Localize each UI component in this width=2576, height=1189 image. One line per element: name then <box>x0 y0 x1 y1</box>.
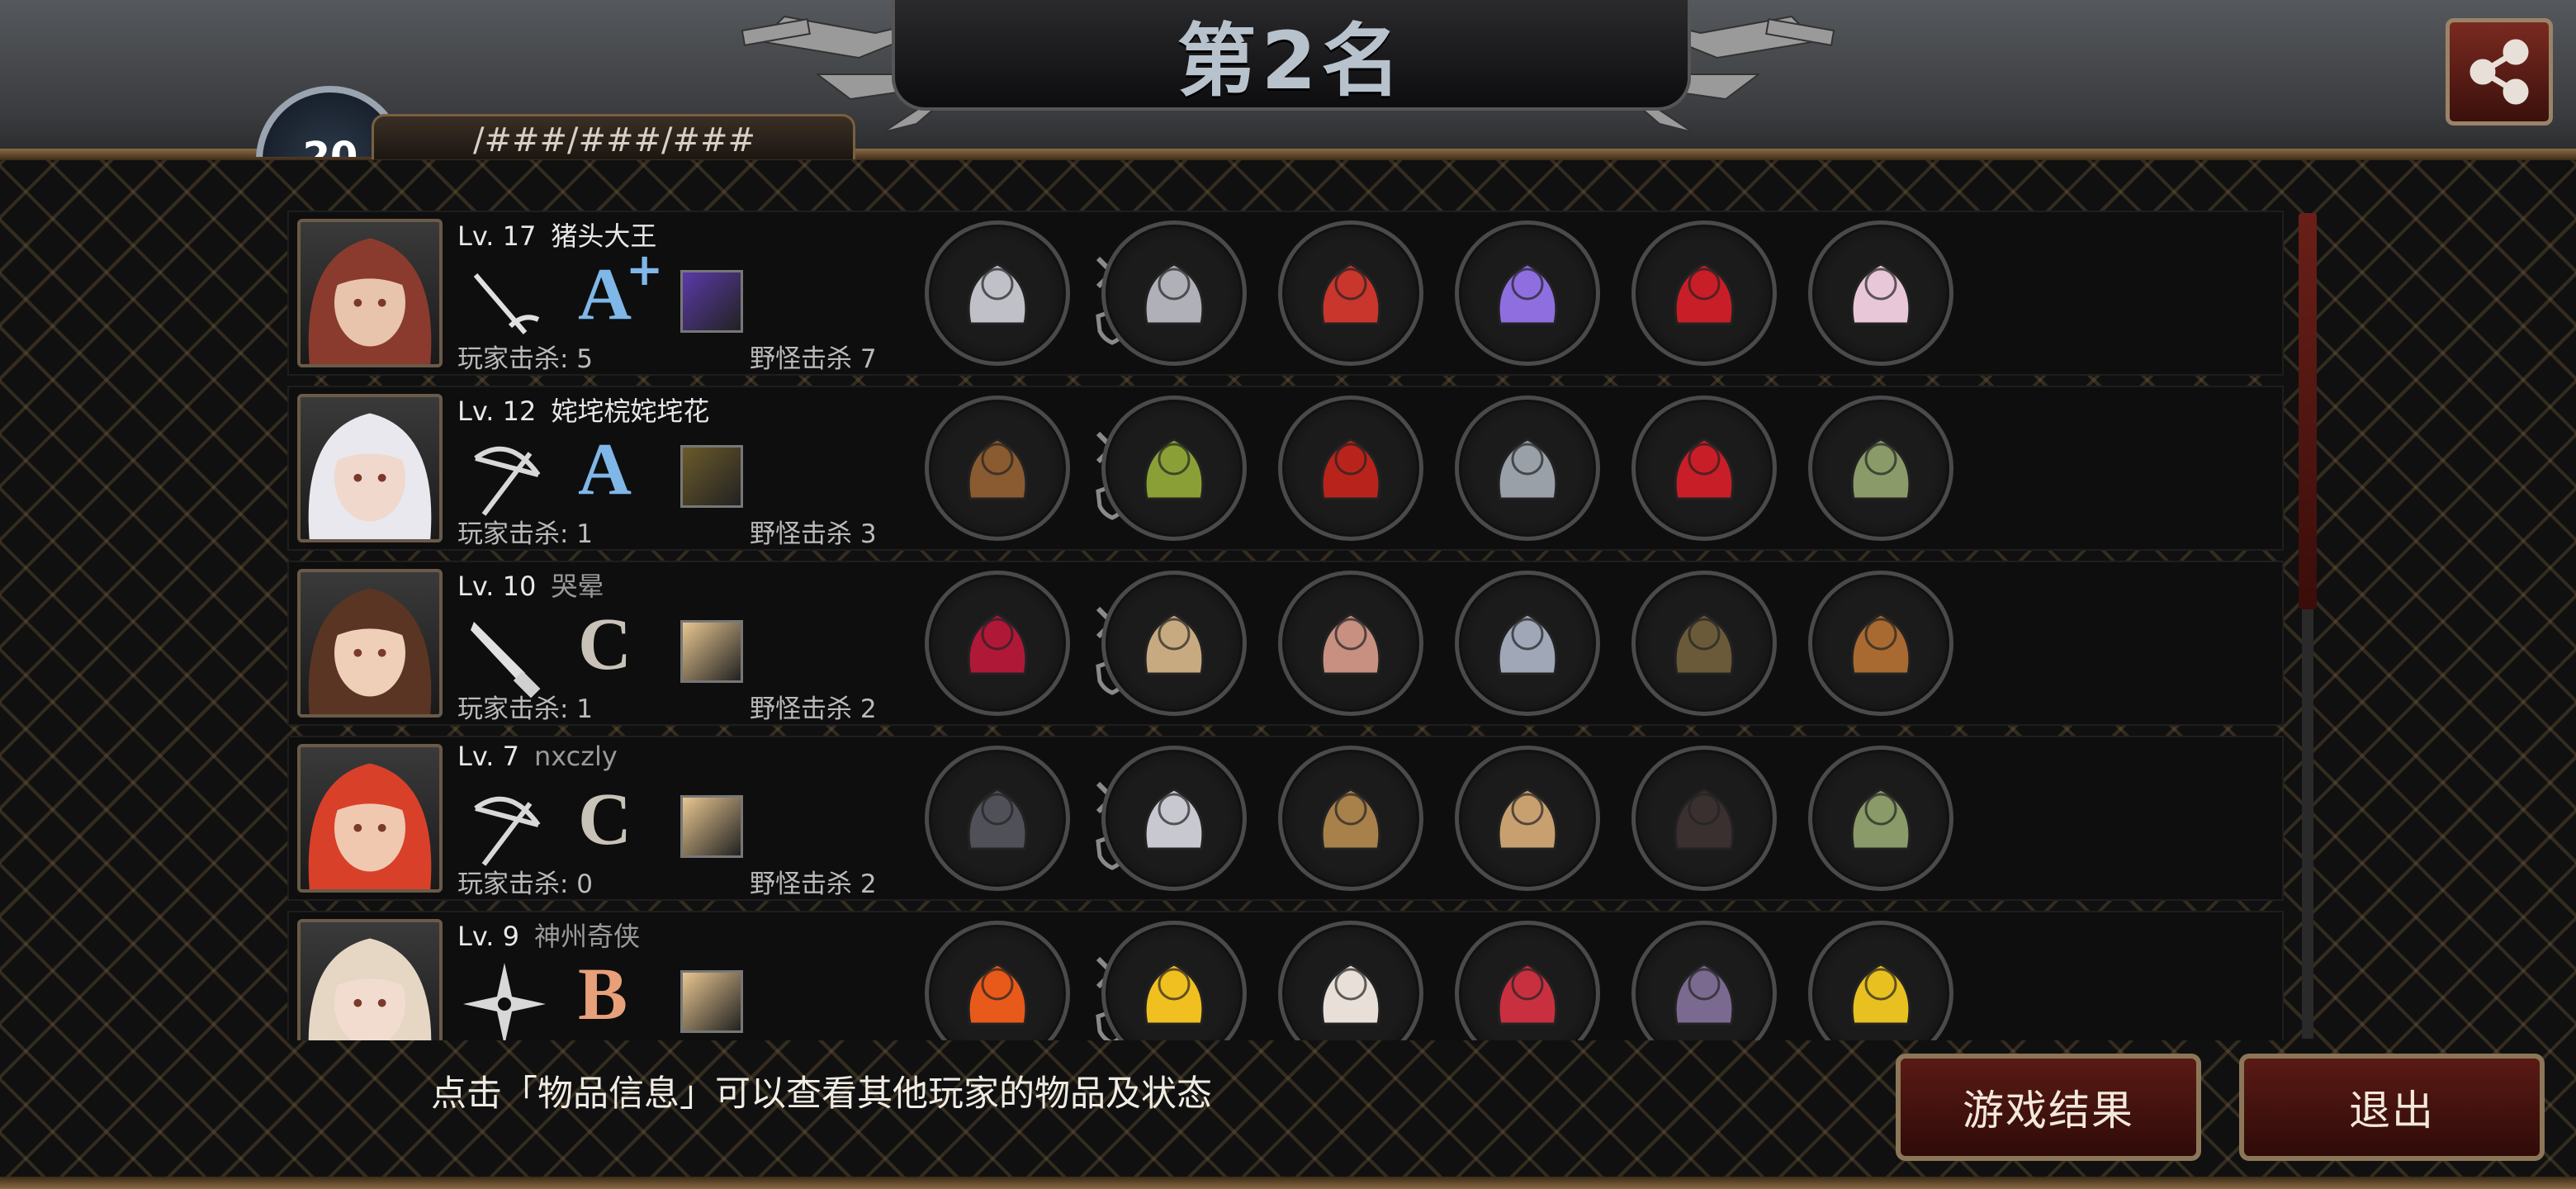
player-level: Lv. 10 <box>457 571 537 602</box>
bottom-rail <box>0 1177 2576 1189</box>
player-level-line: Lv. 12 姹垞梡姹垞花 <box>457 391 709 429</box>
player-name: 哭晕 <box>551 571 604 602</box>
bead-bracelet-icon[interactable] <box>1455 921 1600 1040</box>
rank-title: 第2名 <box>1177 14 1406 107</box>
white-robe-icon[interactable] <box>1278 921 1423 1040</box>
hard-hat-icon[interactable] <box>1101 921 1247 1040</box>
crimson-blade-icon[interactable] <box>925 571 1070 716</box>
skill-icon[interactable] <box>680 795 743 858</box>
player-row[interactable]: Lv. 7nxczlyC玩家击杀: 0野怪击杀 28476 <box>287 736 2284 901</box>
player-name: 姹垞梡姹垞花 <box>551 396 710 427</box>
skill-icon[interactable] <box>680 445 743 508</box>
vest-armor-icon[interactable] <box>1278 571 1423 716</box>
black-crossbow-icon[interactable] <box>925 746 1070 891</box>
shuriken-icon <box>459 959 550 1040</box>
skill-icon[interactable] <box>680 620 743 683</box>
player-name: nxczly <box>533 741 618 772</box>
player-level: Lv. 17 <box>457 220 537 252</box>
crossbow-icon[interactable] <box>925 396 1070 541</box>
rank-plaque: 第2名 <box>892 0 1691 111</box>
player-portrait[interactable] <box>297 569 443 718</box>
player-name: 神州奇侠 <box>533 921 640 952</box>
bandage-icon[interactable] <box>1101 571 1247 716</box>
silver-tiara-icon[interactable] <box>1101 746 1247 891</box>
player-level: Lv. 9 <box>457 921 519 952</box>
red-cape-icon[interactable] <box>1278 396 1423 541</box>
laurel-wreath-icon[interactable] <box>1101 396 1247 541</box>
share-icon <box>2469 39 2529 105</box>
player-grade: B <box>578 954 628 1035</box>
purple-boots-icon[interactable] <box>1631 921 1777 1040</box>
player-level-line: Lv. 7 nxczly <box>457 741 618 772</box>
player-kills: 玩家击杀: 1 <box>457 519 594 549</box>
player-kills: 玩家击杀: 5 <box>457 344 594 374</box>
lightning-gauntlet-icon[interactable] <box>1455 220 1600 366</box>
player-portrait[interactable] <box>297 744 443 893</box>
player-grade: A <box>578 429 632 510</box>
player-row[interactable]: Lv. 10哭晕C玩家击杀: 1野怪击杀 287136 <box>287 561 2284 726</box>
combat-boots-icon[interactable] <box>1631 746 1777 891</box>
monster-kills: 野怪击杀 2 <box>750 694 877 724</box>
wooden-cross-icon[interactable] <box>1808 571 1953 716</box>
player-level: Lv. 12 <box>457 396 537 427</box>
player-level-line: Lv. 9 神州奇侠 <box>457 916 640 954</box>
axe-icon[interactable] <box>925 220 1070 366</box>
player-name: /###/###/### <box>473 121 756 159</box>
player-level: Lv. 7 <box>457 741 519 772</box>
sword-icon <box>459 258 550 349</box>
red-heels-icon[interactable] <box>1631 220 1777 366</box>
metal-disc-icon[interactable] <box>1455 396 1600 541</box>
knight-helmet-icon[interactable] <box>1101 220 1247 366</box>
player-grade: C <box>578 604 632 685</box>
knife-icon <box>459 609 550 699</box>
red-jacket-icon[interactable] <box>1278 220 1423 366</box>
red-heels-icon[interactable] <box>1631 396 1777 541</box>
grade-plus: + <box>626 244 664 296</box>
skill-icon[interactable] <box>680 970 743 1033</box>
exit-button[interactable]: 退出 <box>2239 1054 2545 1161</box>
archer-bracer-icon[interactable] <box>1808 746 1953 891</box>
gold-ribbon-icon[interactable] <box>1808 921 1953 1040</box>
player-grade: C <box>578 779 632 860</box>
skill-icon[interactable] <box>680 270 743 333</box>
player-row[interactable]: Lv. 9神州奇侠B96147 <box>287 911 2284 1040</box>
smartwatch-icon[interactable] <box>1455 571 1600 716</box>
monster-kills: 野怪击杀 3 <box>750 519 877 549</box>
hiking-boots-icon[interactable] <box>1631 571 1777 716</box>
scrollbar-thumb[interactable] <box>2299 213 2317 609</box>
player-kills: 玩家击杀: 0 <box>457 869 594 899</box>
wristwatch-icon[interactable] <box>1455 746 1600 891</box>
player-kills: 玩家击杀: 1 <box>457 694 594 724</box>
firefighter-coat-icon[interactable] <box>1278 746 1423 891</box>
player-portrait[interactable] <box>297 394 443 542</box>
hint-text: 点击「物品信息」可以查看其他玩家的物品及状态 <box>431 1073 1212 1115</box>
monster-kills: 野怪击杀 7 <box>750 344 877 374</box>
game-results-button[interactable]: 游戏结果 <box>1896 1054 2201 1161</box>
player-name-banner: /###/###/### <box>372 114 855 159</box>
player-portrait[interactable] <box>297 919 443 1040</box>
pearl-icon[interactable] <box>1808 220 1953 366</box>
share-button[interactable] <box>2446 18 2553 126</box>
player-level-line: Lv. 10 哭晕 <box>457 566 604 604</box>
archer-bracer-icon[interactable] <box>1808 396 1953 541</box>
player-row[interactable]: Lv. 12姹垞梡姹垞花A玩家击杀: 1野怪击杀 3149311 <box>287 386 2284 551</box>
player-portrait[interactable] <box>297 219 443 367</box>
bow-icon <box>459 784 550 874</box>
fire-wand-icon[interactable] <box>925 921 1070 1040</box>
player-row[interactable]: Lv. 17猪头大王A+玩家击杀: 5野怪击杀 7202223 <box>287 211 2284 376</box>
player-list[interactable]: Lv. 17猪头大王A+玩家击杀: 5野怪击杀 7202223Lv. 12姹垞梡… <box>287 211 2284 1040</box>
player-grade: A <box>578 253 632 335</box>
bow-icon <box>459 433 550 524</box>
monster-kills: 野怪击杀 2 <box>750 869 877 899</box>
